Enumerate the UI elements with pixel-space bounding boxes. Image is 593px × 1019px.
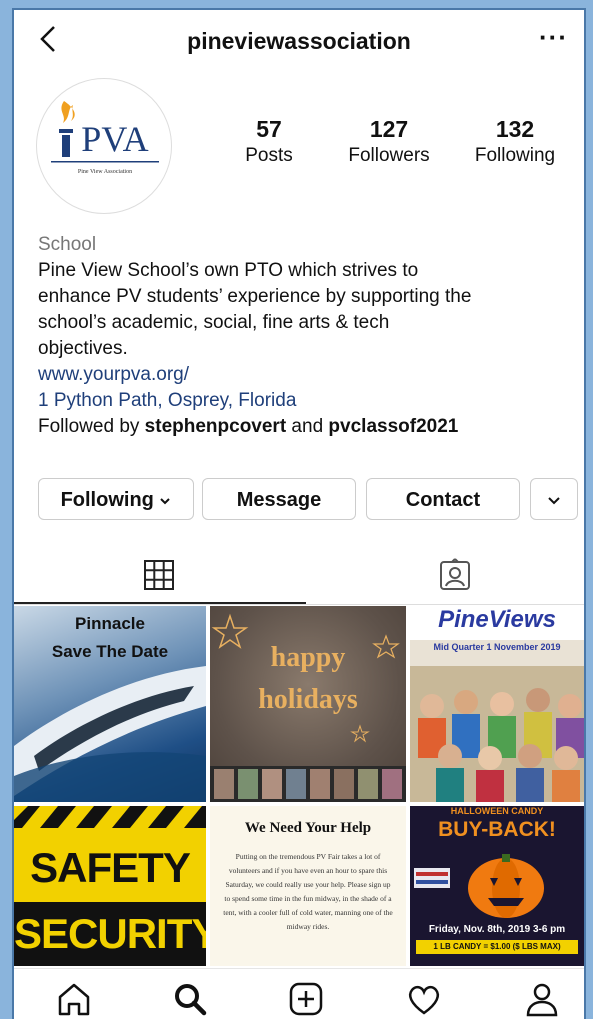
posts-number: 57 (256, 116, 282, 142)
tagged-icon[interactable] (438, 558, 472, 592)
following-number: 132 (495, 116, 535, 142)
followed-by-and: and (286, 416, 329, 437)
post-footer: Friday, Nov. 8th, 2019 3-6 pm (428, 924, 566, 935)
hazard-stripes (14, 806, 206, 828)
post-title: SAFETY (30, 844, 191, 891)
app-frame: pineviewassociation ··· PVA Pine View As… (12, 8, 586, 1019)
home-icon[interactable] (54, 979, 94, 1019)
followed-by-text[interactable]: Followed by stephenpcovert and pvclassof… (38, 414, 578, 440)
address-link[interactable]: 1 Python Path, Osprey, Florida (38, 388, 578, 414)
post-body: Putting on the tremendous PV Fair takes … (223, 852, 393, 931)
chevron-down-icon (160, 498, 171, 505)
post-title: happy (270, 642, 346, 673)
post-thumbnail[interactable]: Pinnacle Save The Date (14, 606, 206, 802)
profile-category: School (38, 234, 97, 255)
grid-icon[interactable] (142, 558, 176, 592)
post-thumbnail[interactable]: We Need Your Help Putting on the tremend… (210, 806, 406, 966)
post-subtitle: Save The Date (51, 642, 169, 661)
posts-count[interactable]: 57 Posts (224, 116, 314, 167)
bottom-nav (14, 968, 584, 1019)
following-count[interactable]: 132 Following (460, 116, 570, 167)
pva-logo: PVA Pine View Association (51, 101, 159, 175)
following-button[interactable]: Following (38, 478, 194, 520)
active-tab-indicator (14, 602, 306, 604)
bio-line: school’s academic, social, fine arts & t… (38, 312, 390, 333)
chevron-down-icon (548, 497, 560, 505)
post-title: Pinnacle (75, 614, 145, 633)
following-label: Following (474, 145, 556, 166)
contact-button[interactable]: Contact (366, 478, 520, 520)
yacht-image (14, 666, 206, 802)
followers-number: 127 (369, 116, 409, 142)
suggested-accounts-button[interactable] (530, 478, 578, 520)
post-footer-price: 1 LB CANDY = $1.00 ($ LBS MAX) (416, 940, 578, 954)
post-thumbnail[interactable]: SAFETY SECURITY (14, 806, 206, 966)
post-grid: Pinnacle Save The Date happy holidays Pi… (14, 606, 584, 978)
followed-by-prefix: Followed by (38, 416, 145, 437)
heart-icon[interactable] (404, 979, 444, 1019)
following-button-label: Following (60, 489, 154, 511)
website-link[interactable]: www.yourpva.org/ (38, 362, 578, 388)
post-title: We Need Your Help (244, 820, 372, 836)
post-thumbnail[interactable]: happy holidays (210, 606, 406, 802)
search-icon[interactable] (170, 979, 210, 1019)
top-bar: pineviewassociation ··· (14, 10, 584, 70)
new-post-icon[interactable] (286, 979, 326, 1019)
post-subtitle: holidays (258, 684, 358, 715)
avatar-subtitle: Pine View Association (78, 169, 132, 175)
followers-label: Followers (348, 145, 430, 166)
post-thumbnail[interactable]: PineViews Mid Quarter 1 November 2019 (410, 606, 584, 802)
profile-tabs (14, 548, 584, 605)
followers-count[interactable]: 127 Followers (334, 116, 444, 167)
bio-line: enhance PV students’ experience by suppo… (38, 286, 472, 307)
profile-username: pineviewassociation (187, 28, 411, 54)
profile-bio: School Pine View School’s own PTO which … (38, 232, 578, 440)
post-subtitle: SECURITY (14, 910, 206, 957)
followed-user[interactable]: stephenpcovert (145, 416, 286, 437)
avatar-text: PVA (81, 119, 148, 159)
followed-user[interactable]: pvclassof2021 (328, 416, 458, 437)
posts-label: Posts (245, 145, 293, 166)
bio-line: objectives. (38, 338, 128, 359)
more-options-icon[interactable]: ··· (539, 22, 568, 53)
profile-icon[interactable] (522, 979, 562, 1019)
post-thumbnail[interactable]: HALLOWEEN CANDY BUY-BACK! Friday, Nov. 8… (410, 806, 584, 966)
students-photo (410, 666, 584, 802)
bio-line: Pine View School’s own PTO which strives… (38, 260, 419, 281)
avatar[interactable]: PVA Pine View Association (36, 78, 172, 214)
message-button[interactable]: Message (202, 478, 356, 520)
